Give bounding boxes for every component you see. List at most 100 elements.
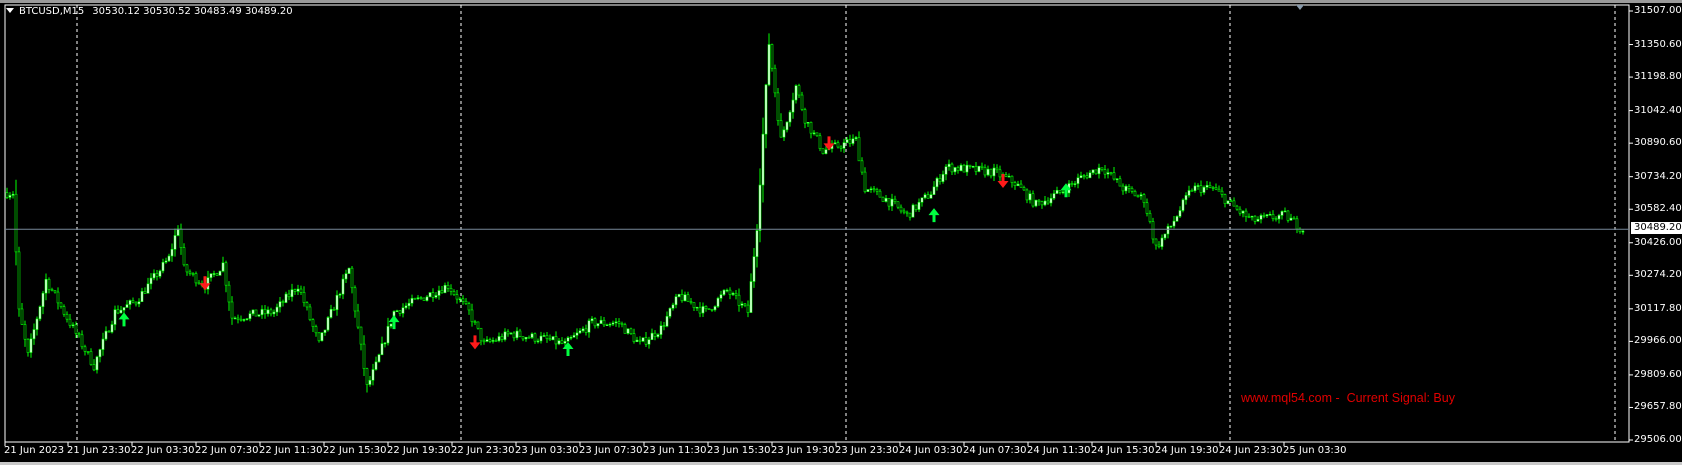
candle-body bbox=[1034, 199, 1038, 207]
candle-body bbox=[1049, 198, 1053, 204]
candle-body bbox=[1130, 188, 1134, 192]
candle-body bbox=[698, 306, 702, 314]
candle-body bbox=[464, 300, 468, 304]
candle-body bbox=[1211, 187, 1215, 189]
candle-body bbox=[479, 327, 483, 342]
candle-body bbox=[98, 349, 102, 358]
candle-body bbox=[596, 323, 600, 327]
candle-body bbox=[1223, 194, 1227, 204]
candle-body bbox=[458, 298, 462, 301]
candle-body bbox=[284, 293, 288, 303]
candle-body bbox=[1121, 185, 1125, 192]
candle-body bbox=[707, 308, 711, 311]
candle-body bbox=[845, 139, 849, 143]
candle-body bbox=[314, 326, 318, 334]
candle-body bbox=[332, 309, 336, 311]
candle-body bbox=[1208, 185, 1212, 188]
candle-body bbox=[65, 313, 69, 320]
candle-body bbox=[695, 306, 699, 309]
candle-body bbox=[560, 340, 564, 344]
candle-body bbox=[728, 289, 732, 295]
price-label: 29966.00 bbox=[1634, 335, 1682, 347]
candle-body bbox=[515, 330, 519, 339]
candle-body bbox=[143, 291, 147, 294]
candle-body bbox=[1028, 193, 1032, 201]
candle-body bbox=[1166, 226, 1170, 235]
candle-body bbox=[41, 292, 45, 307]
candle-body bbox=[212, 273, 216, 275]
candle-body bbox=[104, 330, 108, 340]
candle-body bbox=[1286, 210, 1290, 221]
ohlc-values: 30530.12 30530.52 30483.49 30489.20 bbox=[92, 6, 293, 17]
candle-body bbox=[494, 340, 498, 342]
candle-body bbox=[386, 326, 390, 344]
time-label: 25 Jun 03:30 bbox=[1283, 445, 1347, 456]
candle-body bbox=[68, 318, 72, 326]
candle-body bbox=[44, 278, 48, 294]
candle-body bbox=[320, 332, 324, 342]
candle-body bbox=[263, 309, 267, 315]
candle-body bbox=[419, 297, 423, 299]
candle-body bbox=[32, 329, 36, 340]
candle-body bbox=[1103, 169, 1107, 175]
candle-body bbox=[896, 201, 900, 208]
candle-body bbox=[797, 85, 801, 96]
candle-body bbox=[962, 164, 966, 173]
candle-body bbox=[122, 307, 126, 311]
price-label: 30274.20 bbox=[1634, 269, 1682, 281]
candle-body bbox=[977, 165, 981, 172]
candle-body bbox=[1061, 191, 1065, 194]
candle-body bbox=[929, 194, 933, 199]
price-label: 31198.80 bbox=[1634, 71, 1682, 83]
candle-body bbox=[581, 328, 585, 332]
candle-body bbox=[887, 197, 891, 207]
candle-body bbox=[230, 301, 234, 319]
candle-body bbox=[1265, 214, 1269, 217]
candle-body bbox=[806, 122, 810, 124]
candle-body bbox=[1187, 190, 1191, 196]
time-label: 22 Jun 03:30 bbox=[131, 445, 195, 456]
candle-body bbox=[881, 196, 885, 202]
candle-body bbox=[95, 356, 99, 371]
time-label: 22 Jun 19:30 bbox=[387, 445, 451, 456]
candle-body bbox=[869, 188, 873, 191]
candle-body bbox=[179, 228, 183, 248]
candle-body bbox=[902, 210, 906, 213]
candle-body bbox=[161, 261, 165, 272]
time-label: 21 Jun 23:30 bbox=[67, 445, 131, 456]
candle-body bbox=[923, 194, 927, 199]
candle-body bbox=[761, 133, 765, 186]
candle-body bbox=[491, 340, 495, 342]
candle-body bbox=[641, 337, 645, 342]
dropdown-triangle-icon[interactable] bbox=[6, 8, 14, 13]
candle-body bbox=[755, 230, 759, 257]
candle-body bbox=[1124, 186, 1128, 192]
sell-arrow-icon bbox=[469, 335, 481, 350]
candle-body bbox=[275, 306, 279, 313]
time-label: 23 Jun 11:30 bbox=[643, 445, 707, 456]
candle-body bbox=[1088, 172, 1092, 179]
candle-body bbox=[1268, 214, 1272, 216]
candle-body bbox=[566, 337, 570, 342]
candle-body bbox=[857, 137, 861, 162]
candle-body bbox=[608, 323, 612, 326]
candle-body bbox=[1169, 225, 1173, 228]
candle-body bbox=[446, 284, 450, 289]
price-label: 29506.00 bbox=[1634, 434, 1682, 445]
candle-body bbox=[158, 270, 162, 277]
candle-body bbox=[527, 336, 531, 339]
candle-body bbox=[959, 164, 963, 171]
candle-body bbox=[1301, 230, 1305, 233]
buy-arrow-icon bbox=[562, 341, 574, 356]
candle-body bbox=[704, 306, 708, 310]
candle-body bbox=[584, 328, 588, 333]
candle-body bbox=[800, 94, 804, 110]
price-label: 30426.00 bbox=[1634, 236, 1682, 248]
candle-body bbox=[1094, 169, 1098, 175]
candle-body bbox=[350, 267, 354, 289]
candle-body bbox=[623, 324, 627, 334]
candle-body bbox=[428, 292, 432, 298]
candle-body bbox=[971, 165, 975, 168]
candle-body bbox=[269, 309, 273, 315]
chart-shift-marker bbox=[1296, 5, 1304, 10]
